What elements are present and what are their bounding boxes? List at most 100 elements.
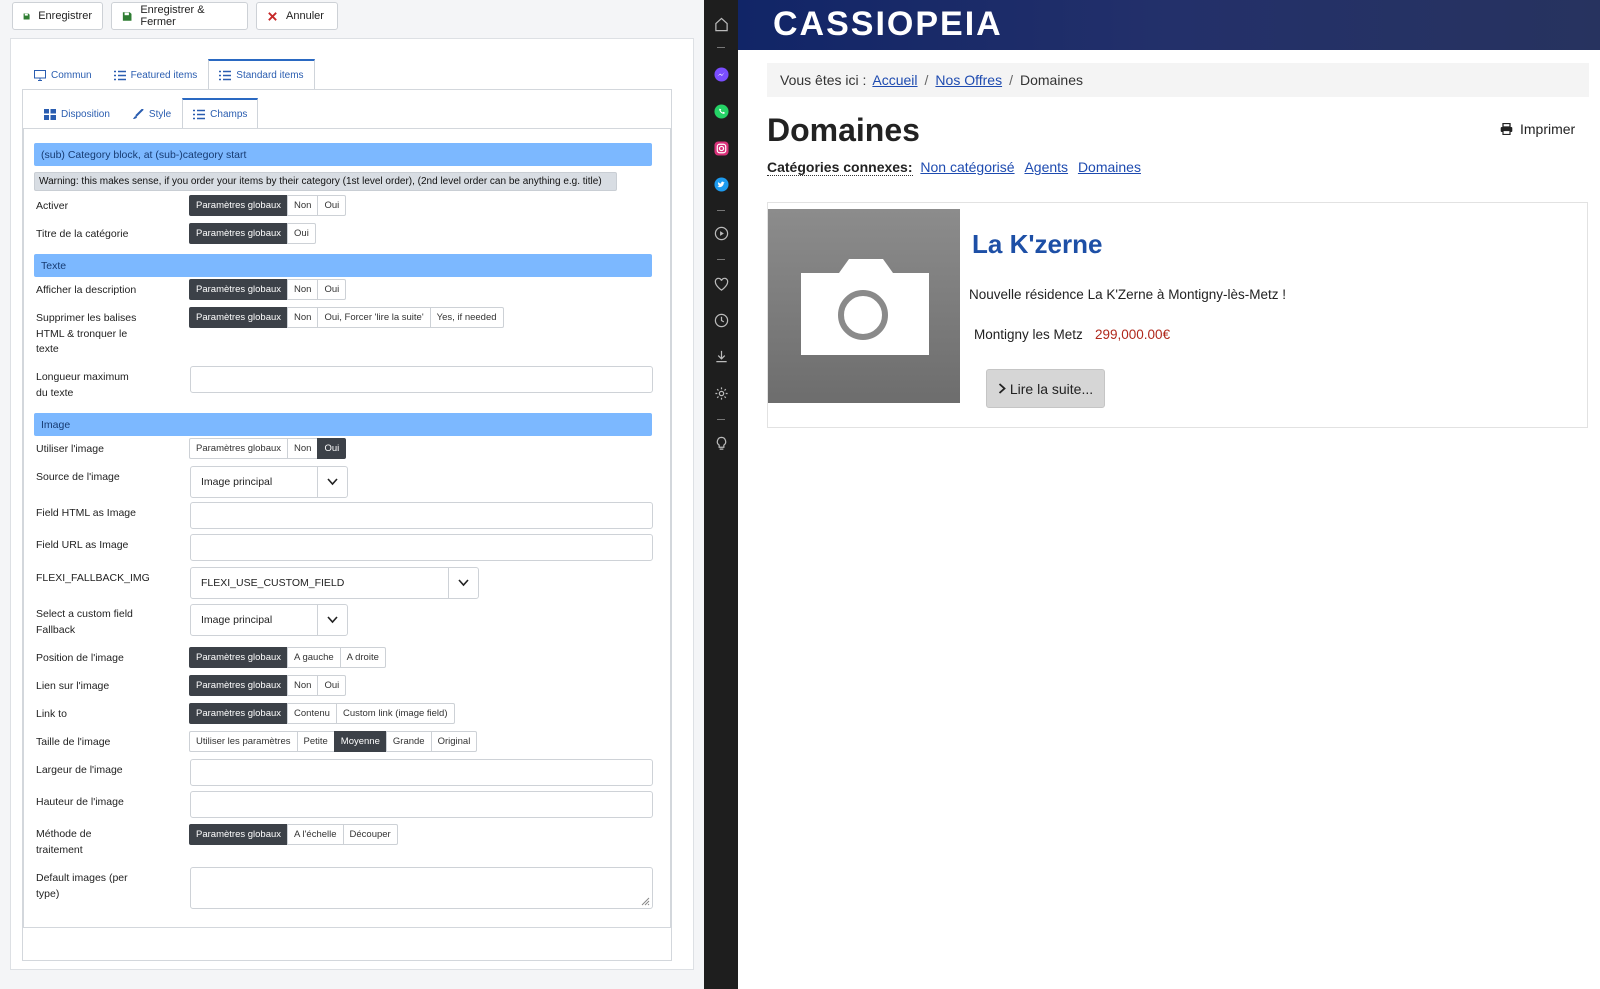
option-oui[interactable]: Oui	[317, 279, 347, 300]
tab-standard-label: Standard items	[236, 69, 304, 81]
related-link-non-categorise[interactable]: Non catégorisé	[920, 159, 1014, 175]
home-icon[interactable]	[713, 16, 729, 32]
related-link-agents[interactable]: Agents	[1024, 159, 1068, 175]
option-echelle[interactable]: A l'échelle	[287, 824, 344, 845]
tab-champs[interactable]: Champs	[182, 98, 259, 129]
option-oui[interactable]: Oui	[317, 675, 347, 696]
methode-toggle: Paramètres globaux A l'échelle Découper	[189, 824, 398, 845]
option-non[interactable]: Non	[287, 438, 319, 459]
option-oui[interactable]: Oui	[287, 223, 316, 244]
save-close-label: Enregistrer & Fermer	[140, 4, 205, 28]
heart-icon[interactable]	[713, 276, 729, 292]
instagram-icon[interactable]	[713, 140, 729, 156]
label-field-html-image: Field HTML as Image	[36, 507, 136, 519]
option-petite[interactable]: Petite	[296, 731, 335, 752]
label-methode: Méthode de traitement	[36, 827, 91, 858]
breadcrumb: Vous êtes ici : Accueil / Nos Offres / D…	[767, 63, 1589, 97]
option-non[interactable]: Non	[287, 307, 319, 328]
clock-icon[interactable]	[713, 312, 729, 328]
source-image-select[interactable]: Image principal	[190, 466, 348, 498]
option-contenu[interactable]: Contenu	[287, 703, 337, 724]
tab-disposition-label: Disposition	[61, 108, 110, 120]
custom-fallback-select[interactable]: Image principal	[190, 604, 348, 636]
field-url-image-input[interactable]	[190, 534, 653, 561]
tab-disposition[interactable]: Disposition	[33, 98, 121, 129]
option-original[interactable]: Original	[430, 731, 478, 752]
option-global[interactable]: Paramètres globaux	[189, 223, 289, 244]
sub-tabs: Disposition Style Champs	[33, 98, 259, 129]
item-title[interactable]: La K'zerne	[972, 229, 1102, 260]
tab-style[interactable]: Style	[121, 98, 182, 129]
whatsapp-icon[interactable]	[713, 103, 729, 119]
category-warning: Warning: this makes sense, if you order …	[34, 172, 617, 191]
option-global[interactable]: Paramètres globaux	[189, 195, 289, 216]
option-decouper[interactable]: Découper	[342, 824, 398, 845]
option-global[interactable]: Paramètres globaux	[189, 307, 289, 328]
option-non[interactable]: Non	[287, 279, 319, 300]
section-image: Image	[34, 413, 652, 436]
longueur-max-input[interactable]	[190, 366, 653, 393]
option-grande[interactable]: Grande	[385, 731, 432, 752]
tab-featured-items[interactable]: Featured items	[103, 59, 209, 90]
play-icon[interactable]	[713, 225, 729, 241]
read-more-button[interactable]: Lire la suite...	[986, 369, 1105, 408]
save-close-button[interactable]: Enregistrer & Fermer	[111, 2, 248, 30]
twitter-icon[interactable]	[713, 176, 729, 192]
cancel-button[interactable]: Annuler	[256, 2, 338, 30]
option-droite[interactable]: A droite	[339, 647, 386, 668]
read-more-label: Lire la suite...	[1009, 380, 1094, 397]
custom-fallback-value: Image principal	[201, 614, 273, 626]
option-non[interactable]: Non	[287, 195, 319, 216]
tab-commun[interactable]: Commun	[23, 59, 103, 90]
label-position-image: Position de l'image	[36, 652, 124, 664]
option-global[interactable]: Paramètres globaux	[189, 703, 289, 724]
option-moyenne[interactable]: Moyenne	[333, 731, 387, 752]
largeur-image-input[interactable]	[190, 759, 653, 786]
hauteur-image-input[interactable]	[190, 791, 653, 818]
breadcrumb-link-accueil[interactable]: Accueil	[872, 72, 917, 88]
resize-grip-icon[interactable]	[641, 897, 650, 906]
close-icon	[268, 11, 277, 21]
option-non[interactable]: Non	[287, 675, 319, 696]
breadcrumb-link-nos-offres[interactable]: Nos Offres	[935, 72, 1002, 88]
option-global[interactable]: Paramètres globaux	[189, 675, 289, 696]
separator	[717, 210, 725, 211]
printer-icon	[1500, 123, 1513, 135]
site-brand[interactable]: CASSIOPEIA	[773, 5, 1003, 44]
champs-pane: (sub) Category block, at (sub-)category …	[23, 128, 671, 928]
save-button[interactable]: Enregistrer	[12, 2, 103, 30]
floppy-icon	[23, 12, 30, 20]
option-utiliser-parametres[interactable]: Utiliser les paramètres	[189, 731, 298, 752]
lightbulb-icon[interactable]	[713, 435, 729, 451]
separator	[717, 419, 725, 420]
settings-icon[interactable]	[713, 385, 729, 401]
label-activer: Activer	[36, 200, 69, 212]
tab-standard-items[interactable]: Standard items	[208, 59, 315, 90]
standard-items-pane: Disposition Style Champs (sub) Category …	[22, 89, 672, 961]
option-global[interactable]: Paramètres globaux	[189, 647, 289, 668]
option-gauche[interactable]: A gauche	[287, 647, 341, 668]
chevron-down-icon	[317, 605, 347, 635]
option-oui[interactable]: Oui	[317, 438, 347, 459]
option-forcer[interactable]: Oui, Forcer 'lire la suite'	[317, 307, 431, 328]
label-largeur-image: Largeur de l'image	[36, 764, 123, 776]
option-global[interactable]: Paramètres globaux	[189, 438, 289, 459]
field-html-image-input[interactable]	[190, 502, 653, 529]
option-yes-if-needed[interactable]: Yes, if needed	[429, 307, 504, 328]
label-source-image: Source de l'image	[36, 471, 120, 483]
default-images-textarea[interactable]	[190, 867, 653, 909]
option-global[interactable]: Paramètres globaux	[189, 824, 289, 845]
download-icon[interactable]	[713, 348, 729, 364]
related-link-domaines[interactable]: Domaines	[1078, 159, 1141, 175]
label-titre-categorie: Titre de la catégorie	[36, 228, 129, 240]
messenger-icon[interactable]	[713, 66, 729, 82]
breadcrumb-separator: /	[1009, 72, 1013, 88]
print-label: Imprimer	[1520, 121, 1576, 137]
option-custom-link[interactable]: Custom link (image field)	[335, 703, 455, 724]
lien-image-toggle: Paramètres globaux Non Oui	[189, 675, 347, 696]
print-button[interactable]: Imprimer	[1500, 121, 1575, 137]
item-image[interactable]	[768, 209, 960, 403]
fallback-img-select[interactable]: FLEXI_USE_CUSTOM_FIELD	[190, 567, 479, 599]
option-oui[interactable]: Oui	[317, 195, 347, 216]
option-global[interactable]: Paramètres globaux	[189, 279, 289, 300]
